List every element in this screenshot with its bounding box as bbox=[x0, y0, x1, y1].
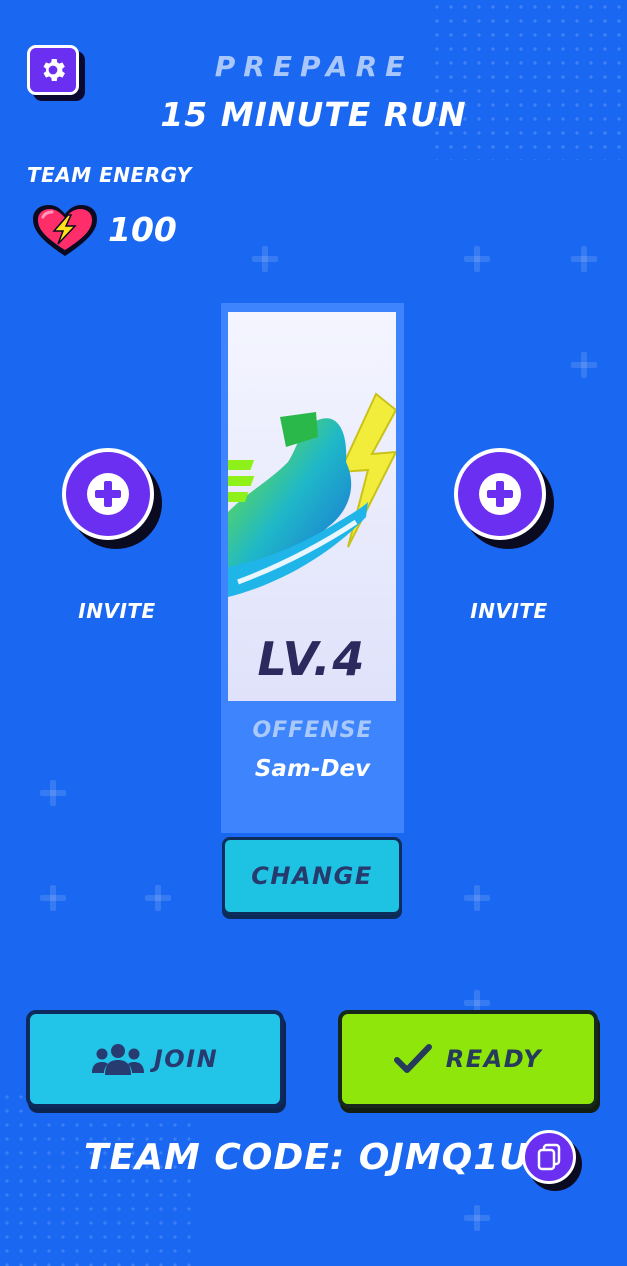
copy-team-code-button[interactable] bbox=[522, 1130, 576, 1184]
plus-icon bbox=[87, 473, 129, 515]
background-plus-decoration bbox=[252, 246, 278, 272]
heart-lightning-icon bbox=[31, 203, 99, 263]
background-plus-decoration bbox=[145, 885, 171, 911]
checkmark-icon bbox=[393, 1044, 432, 1073]
invite-label-right[interactable]: INVITE bbox=[439, 599, 579, 623]
background-plus-decoration bbox=[571, 352, 597, 378]
join-button-label: JOIN bbox=[153, 1045, 219, 1073]
background-plus-decoration bbox=[464, 246, 490, 272]
player-level: LV.4 bbox=[257, 632, 367, 686]
invite-button-right[interactable] bbox=[454, 448, 546, 540]
ready-button-label: READY bbox=[445, 1045, 543, 1073]
background-plus-decoration bbox=[40, 885, 66, 911]
team-energy-label: TEAM ENERGY bbox=[27, 163, 192, 187]
team-energy-value: 100 bbox=[108, 210, 177, 249]
page-title: 15 MINUTE RUN bbox=[160, 95, 467, 134]
copy-icon bbox=[537, 1143, 561, 1171]
plus-icon bbox=[479, 473, 521, 515]
header-subtitle: PREPARE bbox=[214, 50, 413, 83]
background-plus-decoration bbox=[571, 246, 597, 272]
background-plus-decoration bbox=[40, 780, 66, 806]
background-dot-pattern-bottom-left bbox=[0, 1090, 200, 1266]
lightning-sneaker-icon bbox=[228, 392, 396, 597]
background-plus-decoration bbox=[464, 1205, 490, 1231]
team-code: TEAM CODE: OJMQ1U bbox=[84, 1137, 530, 1178]
invite-button-left[interactable] bbox=[62, 448, 154, 540]
group-icon bbox=[91, 1044, 144, 1075]
background-plus-decoration bbox=[464, 885, 490, 911]
ready-button[interactable]: READY bbox=[338, 1010, 598, 1108]
join-button[interactable]: JOIN bbox=[26, 1010, 284, 1108]
player-name: Sam-Dev bbox=[254, 756, 371, 782]
invite-label-left[interactable]: INVITE bbox=[47, 599, 187, 623]
change-button[interactable]: CHANGE bbox=[222, 837, 402, 915]
player-role: OFFENSE bbox=[252, 718, 373, 743]
